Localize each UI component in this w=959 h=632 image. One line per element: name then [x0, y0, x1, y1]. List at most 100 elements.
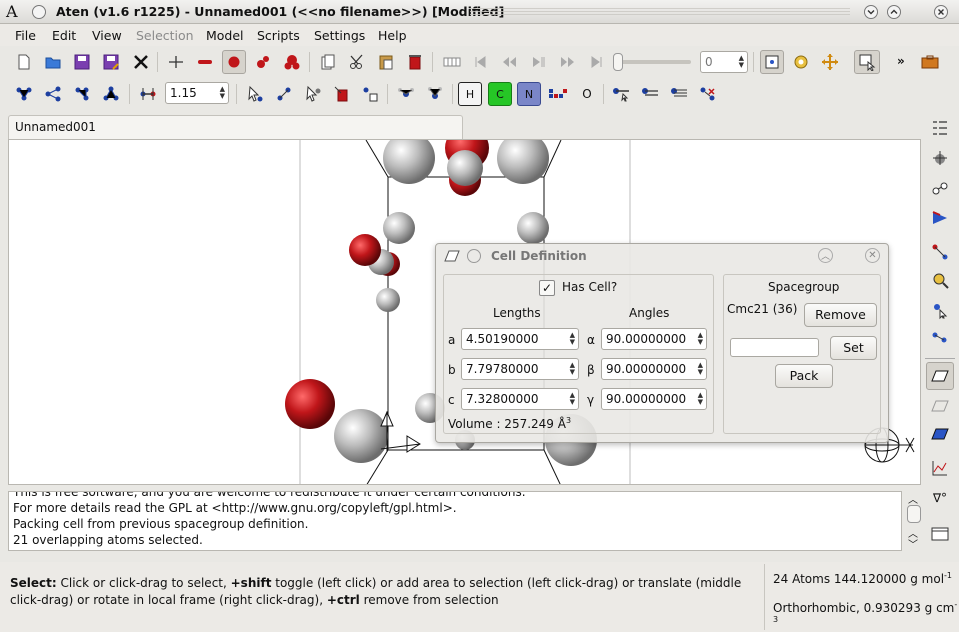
- element-c-button[interactable]: C: [488, 82, 512, 106]
- menu-scripts[interactable]: Scripts: [257, 28, 300, 43]
- menu-model[interactable]: Model: [206, 28, 244, 43]
- dock-graph-button[interactable]: [926, 454, 954, 482]
- spin-arrows-icon[interactable]: ▲ ▼: [698, 362, 703, 376]
- spin-arrows-icon[interactable]: ▲ ▼: [570, 332, 575, 346]
- rotate-view-button[interactable]: [789, 50, 813, 74]
- dialog-menu-button[interactable]: [467, 249, 481, 263]
- angle-beta-spinbox[interactable]: 90.00000000 ▲ ▼: [601, 358, 707, 380]
- angle-alpha-spinbox[interactable]: 90.00000000 ▲ ▼: [601, 328, 707, 350]
- has-cell-checkbox[interactable]: ✓: [539, 280, 555, 296]
- save-as-button[interactable]: [99, 50, 123, 74]
- new-file-button[interactable]: [12, 50, 36, 74]
- message-scrollbar[interactable]: ︿ ︿ ﹀: [905, 491, 923, 551]
- maximize-button[interactable]: [887, 5, 901, 19]
- angle-gamma-spinbox[interactable]: 90.00000000 ▲ ▼: [601, 388, 707, 410]
- delete-atom-button[interactable]: [330, 82, 354, 106]
- dock-vibrations-button[interactable]: [926, 324, 954, 352]
- draw-tube-button[interactable]: [193, 50, 217, 74]
- draw-sphere-button[interactable]: [222, 50, 246, 74]
- select-all-button[interactable]: [12, 82, 36, 106]
- dock-cell-transform-button[interactable]: [926, 392, 954, 420]
- add-bond-double-button[interactable]: [667, 82, 691, 106]
- dock-cell-definition-button[interactable]: [926, 362, 954, 390]
- menu-edit[interactable]: Edit: [52, 28, 76, 43]
- first-frame-button[interactable]: [468, 50, 492, 74]
- close-model-button[interactable]: [129, 50, 153, 74]
- draw-atom-button[interactable]: [243, 82, 267, 106]
- view-fit-button[interactable]: [760, 50, 784, 74]
- select-molecule-button[interactable]: [41, 82, 65, 106]
- trajectory-toggle-button[interactable]: [440, 50, 464, 74]
- tab-unnamed001[interactable]: Unnamed001: [8, 115, 463, 139]
- dock-geometry-button[interactable]: [926, 238, 954, 266]
- set-spacegroup-button[interactable]: Set: [830, 336, 877, 360]
- scroll-handle[interactable]: [907, 505, 921, 523]
- menu-settings[interactable]: Settings: [314, 28, 365, 43]
- paste-button[interactable]: [374, 50, 398, 74]
- dock-glyph-button[interactable]: [926, 204, 954, 232]
- element-o-button[interactable]: O: [575, 82, 599, 106]
- menu-file[interactable]: File: [15, 28, 36, 43]
- play-button[interactable]: [526, 50, 550, 74]
- scroll-up-icon[interactable]: ︿: [908, 491, 918, 506]
- draw-scaled-button[interactable]: [251, 50, 275, 74]
- dock-angles-button[interactable]: ∇°: [926, 484, 954, 512]
- dock-atom-list-button[interactable]: [926, 114, 954, 142]
- spin-arrows-icon[interactable]: ▲ ▼: [698, 392, 703, 406]
- frame-number-spinbox[interactable]: 0 ▲ ▼: [700, 51, 748, 73]
- pack-button[interactable]: Pack: [775, 364, 833, 388]
- spin-arrows-icon[interactable]: ▲ ▼: [570, 362, 575, 376]
- bond-tolerance-spinbox[interactable]: 1.15 ▲ ▼: [165, 82, 229, 104]
- frame-slider[interactable]: [613, 53, 691, 71]
- last-frame-button[interactable]: [585, 50, 609, 74]
- delete-bond-button[interactable]: [696, 82, 720, 106]
- transmute-button[interactable]: [358, 82, 382, 106]
- periodic-table-button[interactable]: [546, 82, 570, 106]
- add-bond-single-button[interactable]: [638, 82, 662, 106]
- length-a-spinbox[interactable]: 4.50190000 ▲ ▼: [461, 328, 579, 350]
- copy-button[interactable]: [316, 50, 340, 74]
- dock-position-button[interactable]: [926, 144, 954, 172]
- delete-button[interactable]: [403, 50, 427, 74]
- element-h-button[interactable]: H: [458, 82, 482, 106]
- open-file-button[interactable]: [41, 50, 65, 74]
- remove-spacegroup-button[interactable]: Remove: [804, 303, 877, 327]
- dock-disorder-button[interactable]: [926, 420, 954, 448]
- dock-command-button[interactable]: [926, 520, 954, 548]
- window-menu-button[interactable]: [32, 5, 46, 19]
- draw-fragment-button[interactable]: [301, 82, 325, 106]
- select-invert-button[interactable]: [99, 82, 123, 106]
- draw-own-style-button[interactable]: [280, 50, 304, 74]
- dialog-close-button[interactable]: ✕: [865, 248, 880, 263]
- dock-build-button[interactable]: [926, 174, 954, 202]
- select-mode-button[interactable]: [854, 50, 880, 74]
- cut-button[interactable]: [345, 50, 369, 74]
- menu-selection[interactable]: Selection: [136, 28, 194, 43]
- save-button[interactable]: [70, 50, 94, 74]
- select-element-button[interactable]: [70, 82, 94, 106]
- message-log[interactable]: This is free software, and you are welco…: [8, 491, 902, 551]
- prev-frame-button[interactable]: [497, 50, 521, 74]
- length-b-spinbox[interactable]: 7.79780000 ▲ ▼: [461, 358, 579, 380]
- add-hydrogen-button[interactable]: [394, 82, 418, 106]
- menu-view[interactable]: View: [92, 28, 122, 43]
- menu-help[interactable]: Help: [378, 28, 407, 43]
- draw-stick-button[interactable]: [164, 50, 188, 74]
- spin-arrows-icon[interactable]: ▲ ▼: [570, 392, 575, 406]
- dialog-shade-button[interactable]: ︿: [818, 248, 833, 263]
- bond-rebond-button[interactable]: [136, 82, 160, 106]
- spacegroup-input[interactable]: [730, 338, 819, 357]
- spin-arrows-icon[interactable]: ▲ ▼: [739, 55, 744, 69]
- toolbar-overflow-icon[interactable]: »: [897, 54, 905, 68]
- dock-select-button[interactable]: [926, 296, 954, 324]
- next-frame-button[interactable]: [556, 50, 580, 74]
- add-atom-button[interactable]: [609, 82, 633, 106]
- spin-arrows-icon[interactable]: ▲ ▼: [220, 86, 225, 100]
- spin-arrows-icon[interactable]: ▲ ▼: [698, 332, 703, 346]
- draw-chain-button[interactable]: [272, 82, 296, 106]
- close-button[interactable]: [934, 5, 948, 19]
- element-n-button[interactable]: N: [517, 82, 541, 106]
- add-hydrogen-atom-button[interactable]: [423, 82, 447, 106]
- length-c-spinbox[interactable]: 7.32800000 ▲ ▼: [461, 388, 579, 410]
- dialog-title-bar[interactable]: Cell Definition ︿ ✕: [436, 244, 888, 268]
